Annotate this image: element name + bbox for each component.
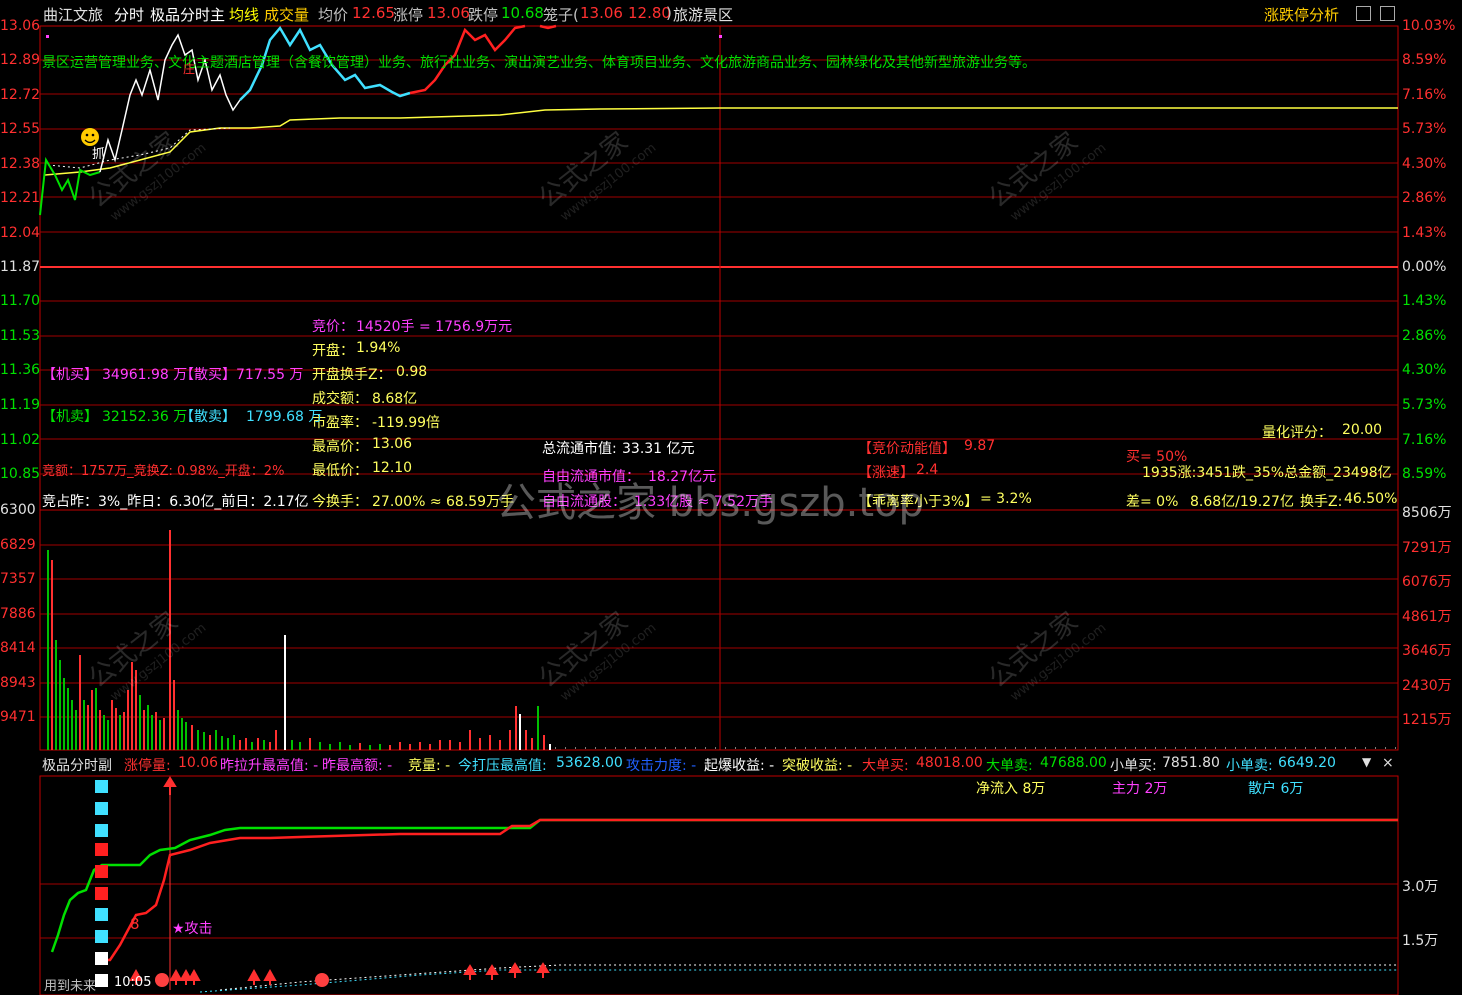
low-label: 最低价： — [312, 463, 368, 479]
sub-panel-title[interactable]: 极品分时副 — [42, 755, 112, 775]
open-turnover-value: 0.98 — [396, 364, 428, 380]
ball-icon — [155, 973, 169, 987]
sub-panel-border — [39, 775, 1399, 995]
volume-grid — [40, 544, 1398, 718]
marker-dot — [46, 35, 49, 38]
marker-dot — [719, 35, 722, 38]
bid-label: 竞价： — [312, 319, 354, 335]
open-turnover-label: 开盘换手Z： — [312, 367, 392, 383]
zhuang-marker: 庄 — [183, 62, 196, 76]
arrow-markers — [129, 776, 550, 985]
amount-value: 8.68亿 — [372, 391, 418, 407]
net-inflow-green — [50, 818, 1398, 953]
zhua-marker: 抓 — [92, 147, 106, 162]
future-label: 用到未来 — [44, 979, 97, 994]
signal-square — [95, 930, 108, 943]
open-value: 1.94% — [356, 340, 401, 356]
signal-square — [95, 908, 108, 921]
signal-square — [95, 887, 108, 900]
signal-square — [95, 802, 108, 815]
time-label: 10:05 — [114, 975, 152, 990]
bid-value: 14520手 = 1756.9万元 — [356, 319, 513, 335]
signal-square — [95, 865, 108, 878]
marker-8: 8 — [130, 915, 140, 933]
signal-square — [95, 843, 108, 856]
high-value: 13.06 — [372, 436, 413, 452]
retail-dotted — [219, 964, 1398, 991]
avg-price-line — [44, 107, 1398, 176]
watermark-main: 公式之家 bbs.gszb.top — [496, 480, 924, 526]
signal-square — [95, 824, 108, 837]
close-icon[interactable]: × — [1382, 755, 1394, 771]
main-force-red — [98, 818, 1398, 962]
signal-square — [95, 952, 108, 965]
turnover-value: 27.00% ≈ 68.59万手 — [372, 494, 515, 510]
open-label: 开盘： — [312, 343, 354, 359]
dropdown-icon[interactable]: ▼ — [1362, 755, 1371, 769]
pe-value: -119.99倍 — [372, 415, 441, 431]
volume-panel-border — [39, 509, 1399, 751]
signal-square — [95, 974, 108, 987]
attack-label: ★攻击 — [172, 921, 213, 937]
sub-dotted-cyan — [199, 969, 1398, 993]
ball-icon — [315, 973, 329, 987]
amount-label: 成交额： — [312, 391, 368, 407]
turnover-label: 今换手： — [312, 494, 368, 510]
signal-square — [95, 780, 108, 793]
high-label: 最高价： — [312, 439, 368, 455]
low-value: 12.10 — [372, 460, 413, 476]
price-grid — [40, 59, 1398, 475]
